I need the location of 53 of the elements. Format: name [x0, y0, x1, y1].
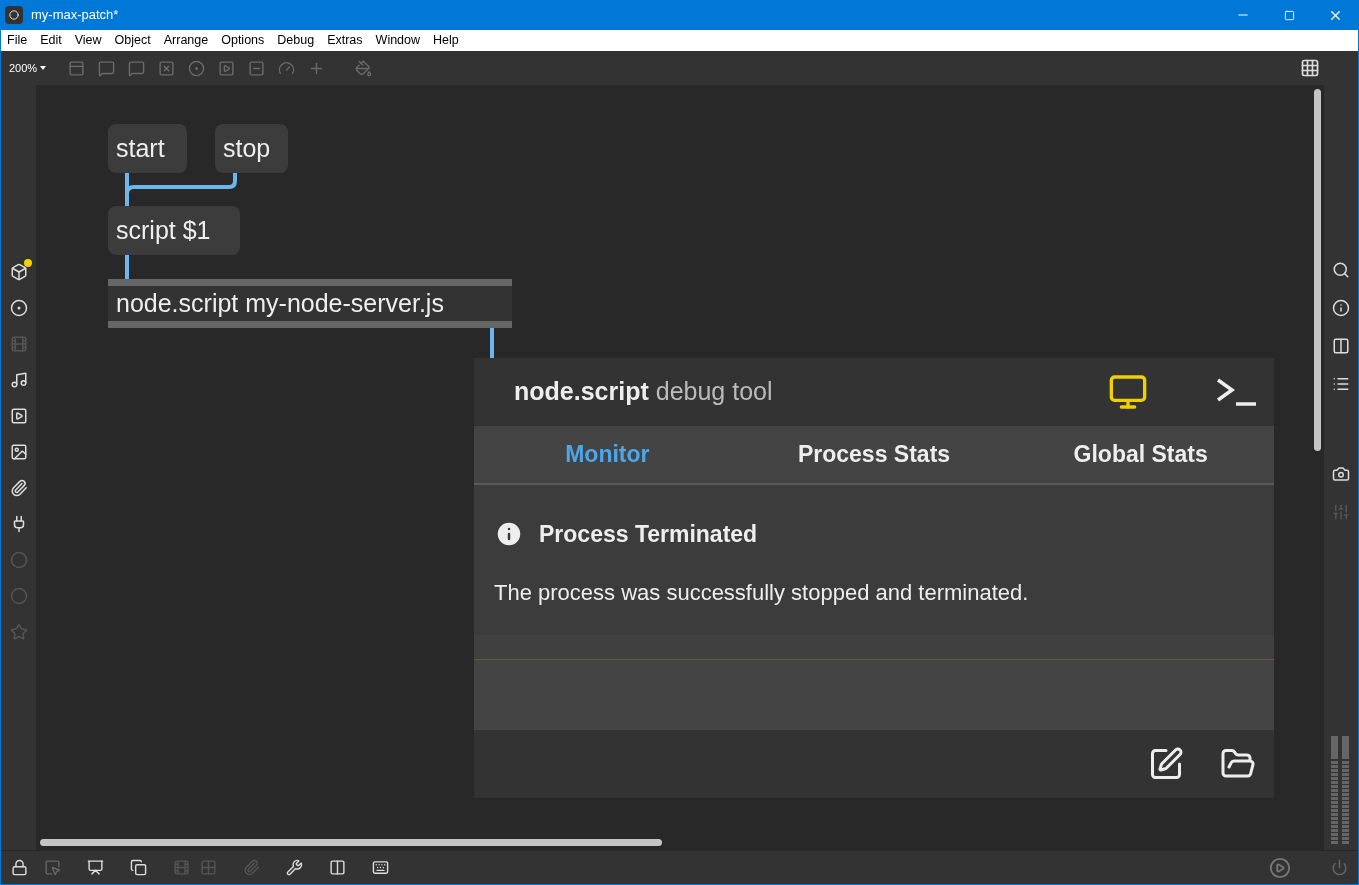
zoom-dropdown[interactable]: 200% [9, 59, 47, 77]
terminal-icon[interactable] [1216, 377, 1258, 407]
window-title: my-max-patch* [31, 6, 119, 25]
message-box[interactable]: stop [215, 124, 288, 173]
menu-item[interactable]: Help [433, 31, 459, 50]
caret-icon [40, 66, 47, 70]
tab[interactable]: Process Stats [740, 426, 1008, 483]
menu-item[interactable]: View [74, 31, 102, 50]
lock-icon[interactable] [11, 859, 28, 876]
menu-item[interactable]: Debug [277, 31, 315, 50]
message-box[interactable]: start [108, 124, 187, 173]
menu-item[interactable]: Window [375, 31, 421, 50]
vertical-scrollbar[interactable] [1313, 89, 1321, 451]
paperclip-icon[interactable] [243, 859, 260, 876]
menu-item[interactable]: Edit [40, 31, 62, 50]
keyboard-icon[interactable] [372, 859, 389, 876]
video-icon[interactable] [9, 407, 28, 425]
panel-title: node.script [514, 376, 649, 408]
notice-message: The process was successfully stopped and terminated. [494, 578, 1030, 607]
message-box[interactable]: script $1 [108, 206, 240, 255]
app-icon [5, 6, 23, 24]
notice-title: Process Terminated [539, 520, 758, 549]
cube-icon[interactable] [9, 263, 28, 281]
columns-icon[interactable] [1332, 337, 1350, 355]
menu-item[interactable]: File [7, 31, 28, 50]
tab[interactable]: Global Stats [1007, 426, 1274, 483]
list-icon[interactable] [1332, 375, 1350, 393]
camera-icon[interactable] [1332, 465, 1350, 483]
menu-item[interactable]: Arrange [163, 31, 209, 50]
paperclip-icon[interactable] [9, 479, 28, 497]
target-icon[interactable] [9, 299, 28, 317]
windows-icon[interactable] [130, 859, 147, 876]
menu-item[interactable]: Extras [327, 31, 363, 50]
search-icon[interactable] [1332, 261, 1350, 279]
object-box[interactable]: node.script my-node-server.js [108, 279, 512, 328]
info-icon[interactable] [1332, 299, 1350, 317]
edit-icon[interactable] [1148, 746, 1184, 782]
menu-item[interactable]: Object [114, 31, 151, 50]
horizontal-scrollbar[interactable] [40, 838, 662, 846]
music-note-icon[interactable] [9, 371, 28, 389]
monitor-icon[interactable] [1108, 372, 1148, 412]
maximize-icon [1283, 9, 1295, 21]
wrench-icon[interactable] [286, 859, 303, 876]
panel-subtitle: debug tool [655, 376, 773, 408]
image-icon[interactable] [9, 443, 28, 461]
tab[interactable]: Monitor [474, 426, 741, 483]
toggle-icon[interactable] [158, 59, 176, 77]
play-icon[interactable] [1269, 856, 1291, 879]
menu-item[interactable]: Options [221, 31, 265, 50]
star-icon[interactable] [9, 623, 28, 641]
presentation-icon[interactable] [87, 859, 104, 876]
patch-cord[interactable] [125, 253, 129, 279]
patch-cord[interactable] [123, 173, 239, 206]
